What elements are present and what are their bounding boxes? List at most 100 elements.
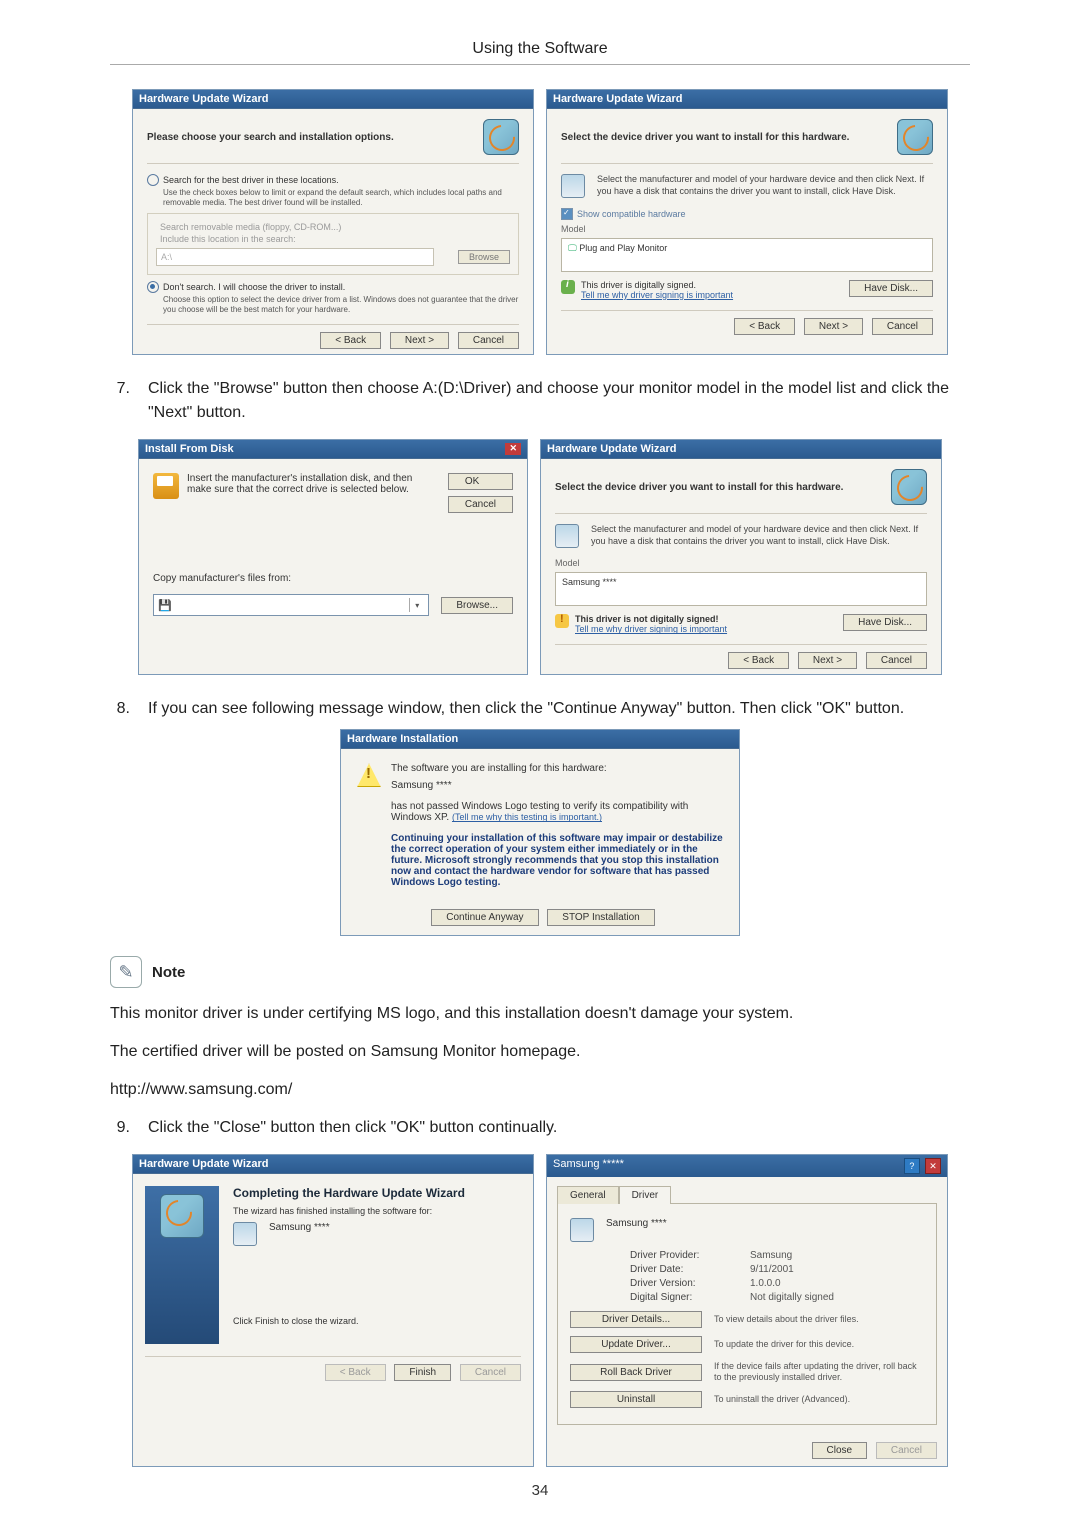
chk-removable: Search removable media (floppy, CD-ROM..… bbox=[160, 222, 341, 232]
next-button[interactable]: Next > bbox=[390, 332, 449, 349]
cancel-button[interactable]: Cancel bbox=[866, 652, 927, 669]
close-button[interactable]: Close bbox=[812, 1442, 868, 1459]
tell-me-link[interactable]: (Tell me why this testing is important.) bbox=[452, 812, 602, 822]
wizard-heading: Select the device driver you want to ins… bbox=[561, 132, 849, 143]
wizard-heading: Please choose your search and installati… bbox=[147, 132, 394, 143]
figure-row-2: Install From Disk ✕ Insert the manufactu… bbox=[110, 439, 970, 675]
warning-icon bbox=[555, 614, 569, 628]
k-version: Driver Version: bbox=[630, 1278, 750, 1289]
header-rule bbox=[110, 64, 970, 65]
dialog-title: Hardware Installation bbox=[341, 730, 739, 749]
radio-dont-search[interactable]: Don't search. I will choose the driver t… bbox=[147, 281, 519, 293]
figure-row-1: Hardware Update Wizard Please choose you… bbox=[110, 89, 970, 355]
desc-uninstall: To uninstall the driver (Advanced). bbox=[714, 1394, 924, 1405]
driver-icon bbox=[233, 1222, 257, 1246]
cancel-button[interactable]: Cancel bbox=[872, 318, 933, 335]
radio-label: Search for the best driver in these loca… bbox=[163, 175, 339, 185]
select-driver-dialog: Hardware Update Wizard Select the device… bbox=[546, 89, 948, 355]
monitor-icon bbox=[570, 1218, 594, 1242]
dialog-title: Install From Disk bbox=[145, 443, 234, 455]
help-icon[interactable]: ? bbox=[904, 1158, 920, 1174]
radio2-helper: Choose this option to select the device … bbox=[163, 295, 519, 314]
tell-me-link[interactable]: Tell me why driver signing is important bbox=[575, 624, 727, 634]
rollback-driver-button[interactable]: Roll Back Driver bbox=[570, 1364, 702, 1381]
have-disk-button[interactable]: Have Disk... bbox=[849, 280, 933, 297]
hardware-installation-dialog: Hardware Installation The software you a… bbox=[340, 729, 740, 936]
cancel-button[interactable]: Cancel bbox=[448, 496, 513, 513]
wizard-icon bbox=[483, 119, 519, 155]
desc-rollback: If the device fails after updating the d… bbox=[714, 1361, 924, 1383]
select-driver-dialog-2: Hardware Update Wizard Select the device… bbox=[540, 439, 942, 675]
location-input: A:\ bbox=[156, 248, 434, 266]
back-button[interactable]: < Back bbox=[320, 332, 381, 349]
dialog-title: Hardware Update Wizard bbox=[133, 1155, 533, 1174]
tab-driver[interactable]: Driver bbox=[619, 1186, 672, 1204]
dialog-title: Hardware Update Wizard bbox=[541, 440, 941, 459]
v-provider: Samsung bbox=[750, 1250, 792, 1261]
signed-icon bbox=[561, 280, 575, 294]
chevron-down-icon[interactable]: ▾ bbox=[409, 598, 424, 612]
disk-icon bbox=[561, 174, 585, 198]
radio-search-locations[interactable]: Search for the best driver in these loca… bbox=[147, 174, 519, 186]
radio-icon bbox=[147, 174, 159, 186]
search-fieldset: Search removable media (floppy, CD-ROM..… bbox=[147, 213, 519, 275]
completing-device: Samsung **** bbox=[269, 1222, 330, 1233]
browse-button: Browse bbox=[458, 250, 510, 264]
completing-title: Completing the Hardware Update Wizard bbox=[233, 1186, 521, 1200]
model-list[interactable]: Samsung **** bbox=[555, 572, 927, 606]
uninstall-button[interactable]: Uninstall bbox=[570, 1391, 702, 1408]
hw-bold: Continuing your installation of this sof… bbox=[391, 833, 723, 888]
dialog-title: Hardware Update Wizard bbox=[133, 90, 533, 109]
close-icon[interactable]: ✕ bbox=[925, 1158, 941, 1174]
checkbox-label: Show compatible hardware bbox=[577, 209, 686, 219]
back-button[interactable]: < Back bbox=[728, 652, 789, 669]
props-device: Samsung **** bbox=[606, 1218, 667, 1229]
tab-general[interactable]: General bbox=[557, 1186, 619, 1204]
warning-triangle-icon bbox=[357, 763, 381, 787]
have-disk-button[interactable]: Have Disk... bbox=[843, 614, 927, 631]
v-version: 1.0.0.0 bbox=[750, 1278, 781, 1289]
update-driver-button[interactable]: Update Driver... bbox=[570, 1336, 702, 1353]
figure-row-3: Hardware Update Wizard Completing the Ha… bbox=[110, 1154, 970, 1467]
radio-label: Don't search. I will choose the driver t… bbox=[163, 282, 345, 292]
next-button[interactable]: Next > bbox=[804, 318, 863, 335]
drive-icon: 💾 bbox=[158, 599, 172, 612]
desc-details: To view details about the driver files. bbox=[714, 1314, 924, 1325]
ok-button[interactable]: OK bbox=[448, 473, 513, 490]
driver-details-button[interactable]: Driver Details... bbox=[570, 1311, 702, 1328]
hw-line1: The software you are installing for this… bbox=[391, 763, 723, 774]
note-p1: This monitor driver is under certifying … bbox=[110, 1002, 970, 1026]
disk-icon bbox=[555, 524, 579, 548]
step-number: 9. bbox=[110, 1116, 130, 1140]
model-list[interactable]: 🖵 Plug and Play Monitor bbox=[561, 238, 933, 272]
wizard-icon bbox=[897, 119, 933, 155]
k-signer: Digital Signer: bbox=[630, 1292, 750, 1303]
step-text: Click the "Browse" button then choose A:… bbox=[148, 377, 970, 425]
floppy-icon bbox=[153, 473, 179, 499]
show-compatible-checkbox[interactable]: Show compatible hardware bbox=[561, 208, 933, 220]
completing-wizard-dialog: Hardware Update Wizard Completing the Ha… bbox=[132, 1154, 534, 1467]
stop-installation-button[interactable]: STOP Installation bbox=[547, 909, 654, 926]
back-button[interactable]: < Back bbox=[734, 318, 795, 335]
k-provider: Driver Provider: bbox=[630, 1250, 750, 1261]
install-text: Insert the manufacturer's installation d… bbox=[187, 473, 434, 495]
step-text: If you can see following message window,… bbox=[148, 697, 970, 721]
model-header: Model bbox=[561, 224, 933, 234]
helper-text: Select the manufacturer and model of you… bbox=[597, 174, 933, 197]
model-item: Samsung **** bbox=[562, 577, 617, 587]
browse-button[interactable]: Browse... bbox=[441, 597, 513, 614]
page-number: 34 bbox=[0, 1482, 1080, 1499]
note-p2: The certified driver will be posted on S… bbox=[110, 1040, 970, 1064]
chk-include-loc: Include this location in the search: bbox=[160, 234, 296, 244]
model-item: Plug and Play Monitor bbox=[579, 243, 667, 253]
next-button[interactable]: Next > bbox=[798, 652, 857, 669]
cancel-button[interactable]: Cancel bbox=[458, 332, 519, 349]
finish-button[interactable]: Finish bbox=[394, 1364, 451, 1381]
install-from-disk-dialog: Install From Disk ✕ Insert the manufactu… bbox=[138, 439, 528, 675]
path-input[interactable]: 💾 ▾ bbox=[153, 594, 429, 616]
signed-text: This driver is digitally signed. bbox=[581, 280, 837, 290]
tell-me-link[interactable]: Tell me why driver signing is important bbox=[581, 290, 733, 300]
close-icon[interactable]: ✕ bbox=[505, 443, 521, 455]
continue-anyway-button[interactable]: Continue Anyway bbox=[431, 909, 538, 926]
wizard-heading: Select the device driver you want to ins… bbox=[555, 482, 843, 493]
